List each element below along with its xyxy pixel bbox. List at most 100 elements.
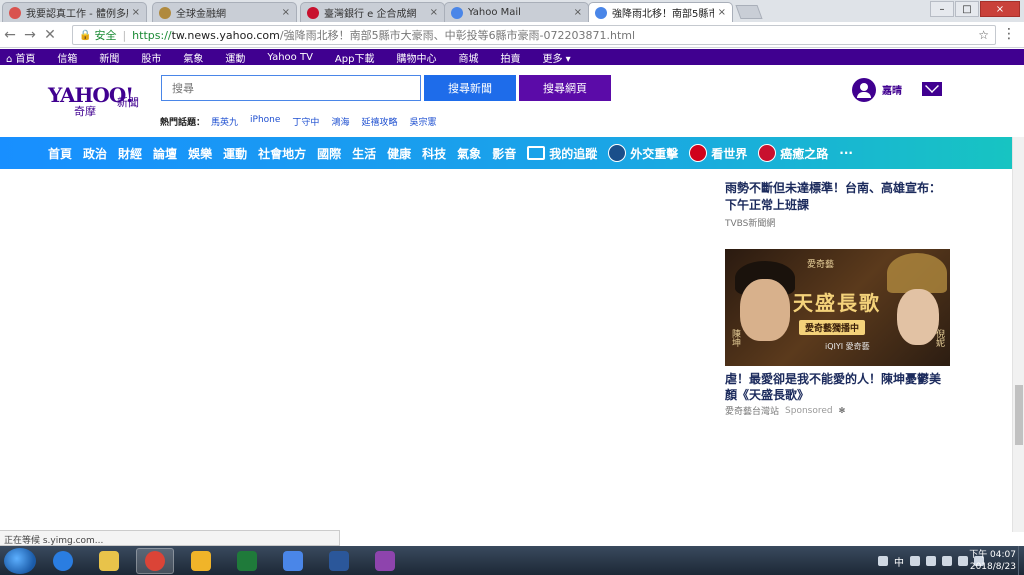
taskbar-apps bbox=[36, 547, 404, 574]
taskbar-app-ie[interactable] bbox=[44, 548, 82, 574]
trending-topics: 熱門話題： 馬英九 iPhone 丁守中 鴻海 延禧攻略 吳宗憲 bbox=[160, 115, 448, 128]
browser-tab[interactable]: 我要認真工作 - 體例多所 × bbox=[2, 2, 147, 22]
back-button[interactable]: ← bbox=[0, 27, 20, 43]
taskbar-app-outlook[interactable] bbox=[182, 548, 220, 574]
nav-item[interactable]: 社會地方 bbox=[258, 145, 306, 162]
nav-item[interactable]: 影音 bbox=[492, 145, 516, 162]
topbar-link[interactable]: 購物中心 bbox=[396, 50, 436, 65]
taskbar-clock[interactable]: 下午 04:07 2018/8/23 bbox=[969, 549, 1016, 573]
nav-item-special[interactable]: 癌癒之路 bbox=[758, 144, 828, 162]
topbar-link[interactable]: Yahoo TV bbox=[267, 52, 313, 63]
tab-close-icon[interactable]: × bbox=[132, 7, 140, 18]
new-tab-button[interactable] bbox=[735, 5, 763, 19]
topbar-link[interactable]: 更多 ▾ bbox=[542, 50, 570, 65]
search-news-button[interactable]: 搜尋新聞 bbox=[424, 75, 516, 101]
taskbar-app-explorer[interactable] bbox=[90, 548, 128, 574]
ad-info-icon[interactable]: ✻ bbox=[839, 406, 846, 415]
tab-favicon-icon bbox=[9, 6, 21, 19]
excel-icon bbox=[237, 550, 257, 571]
topbar-link[interactable]: 新聞 bbox=[99, 50, 119, 65]
trending-link[interactable]: 馬英九 bbox=[211, 115, 238, 128]
nav-item[interactable]: 論壇 bbox=[153, 145, 177, 162]
address-bar[interactable]: 🔒 安全 | https:// tw.news.yahoo.com /強降雨北移… bbox=[72, 25, 996, 45]
nav-item-special[interactable]: 外交重擊 bbox=[608, 144, 678, 162]
taskbar-app-word[interactable] bbox=[320, 548, 358, 574]
story-title-1[interactable]: 雨勢不斷但未達標準！台南、高雄宣布：下午正常上班課 bbox=[725, 180, 950, 214]
browser-tab[interactable]: 全球金融網 × bbox=[152, 2, 297, 22]
browser-tab[interactable]: 臺灣銀行 e 企合成網 × bbox=[300, 2, 445, 22]
nav-item[interactable]: 國際 bbox=[317, 145, 341, 162]
search-web-button[interactable]: 搜尋網頁 bbox=[519, 75, 611, 101]
tray-help-icon[interactable] bbox=[926, 556, 936, 566]
nav-more-icon[interactable]: ··· bbox=[839, 146, 853, 160]
user-avatar-icon[interactable] bbox=[852, 78, 876, 102]
topbar-link[interactable]: 運動 bbox=[225, 50, 245, 65]
user-name[interactable]: 嘉晴 bbox=[882, 82, 902, 97]
nav-item[interactable]: 政治 bbox=[83, 145, 107, 162]
trending-link[interactable]: 延禧攻略 bbox=[361, 115, 397, 128]
yahoo-header: YAHOO! 奇摩 新聞 搜尋新聞 搜尋網頁 熱門話題： 馬英九iPhone丁守… bbox=[0, 65, 1024, 137]
maximize-button[interactable]: □ bbox=[955, 1, 979, 17]
ad-badge: 愛奇藝獨播中 bbox=[799, 320, 866, 335]
tab-close-icon[interactable]: × bbox=[430, 7, 438, 18]
nav-item-special[interactable]: 看世界 bbox=[689, 144, 747, 162]
topbar-link[interactable]: ⌂ 首頁 bbox=[6, 50, 35, 65]
topbar-link[interactable]: 拍賣 bbox=[500, 50, 520, 65]
tab-close-icon[interactable]: × bbox=[718, 7, 726, 18]
tray-keyboard-icon[interactable] bbox=[878, 556, 888, 566]
trending-link[interactable]: 丁守中 bbox=[292, 115, 319, 128]
topbar-link[interactable]: 股市 bbox=[141, 50, 161, 65]
nav-item[interactable]: 娛樂 bbox=[188, 145, 212, 162]
start-button[interactable] bbox=[4, 547, 36, 574]
windows-taskbar: 中 下午 04:07 2018/8/23 bbox=[0, 546, 1024, 575]
bookmark-star-icon[interactable]: ☆ bbox=[978, 28, 989, 42]
ad-image[interactable]: 愛奇藝 天盛長歌 愛奇藝獨播中 iQIYI 愛奇藝 陳坤 倪妮 bbox=[725, 249, 950, 366]
nav-item[interactable]: 科技 bbox=[422, 145, 446, 162]
topbar-link[interactable]: 氣象 bbox=[183, 50, 203, 65]
scrollbar-thumb[interactable] bbox=[1015, 385, 1023, 445]
ad-top-label: 愛奇藝 bbox=[807, 260, 835, 270]
tab-close-icon[interactable]: × bbox=[574, 7, 582, 18]
minimize-button[interactable]: – bbox=[930, 1, 954, 17]
tray-flag-icon[interactable] bbox=[942, 556, 952, 566]
tray-grid-icon[interactable] bbox=[910, 556, 920, 566]
close-window-button[interactable]: × bbox=[980, 1, 1020, 17]
ad-title: 天盛長歌 bbox=[793, 291, 881, 315]
nav-item[interactable]: 首頁 bbox=[48, 145, 72, 162]
taskbar-app-folder[interactable] bbox=[274, 548, 312, 574]
taskbar-app-chrome[interactable] bbox=[136, 547, 174, 574]
url-path: /強降雨北移！南部5縣市大豪雨、中彰投等6縣市豪雨-072203871.html bbox=[279, 29, 636, 42]
chrome-menu-icon[interactable]: ⋮ bbox=[1002, 26, 1016, 42]
forward-button[interactable]: → bbox=[20, 27, 40, 43]
topbar-link[interactable]: 商城 bbox=[458, 50, 478, 65]
taskbar-app-onenote[interactable] bbox=[366, 548, 404, 574]
nav-item[interactable]: 生活 bbox=[352, 145, 376, 162]
topbar-link[interactable]: App下載 bbox=[335, 50, 375, 65]
topbar-link[interactable]: 信箱 bbox=[57, 50, 77, 65]
story-title-2[interactable]: 虐！最愛卻是我不能愛的人！陳坤憂鬱美顏《天盛長歌》 bbox=[725, 371, 950, 403]
taskbar-app-excel[interactable] bbox=[228, 548, 266, 574]
tray-lang[interactable]: 中 bbox=[894, 554, 904, 569]
search-input[interactable] bbox=[161, 75, 421, 101]
nav-item[interactable]: 財經 bbox=[118, 145, 142, 162]
reload-stop-button[interactable]: ✕ bbox=[40, 27, 60, 43]
show-desktop-button[interactable] bbox=[1018, 546, 1024, 575]
window-controls: – □ × bbox=[930, 1, 1020, 17]
ie-icon bbox=[53, 550, 73, 571]
nav-item-special[interactable]: 我的追蹤 bbox=[527, 145, 597, 162]
tab-close-icon[interactable]: × bbox=[282, 7, 290, 18]
story-source-1: TVBS新聞網 bbox=[725, 219, 776, 229]
mail-icon[interactable] bbox=[922, 82, 942, 96]
trending-link[interactable]: 吳宗憲 bbox=[409, 115, 436, 128]
nav-item[interactable]: 運動 bbox=[223, 145, 247, 162]
nav-item[interactable]: 氣象 bbox=[457, 145, 481, 162]
page-scrollbar[interactable] bbox=[1012, 137, 1024, 532]
browser-tabstrip: 我要認真工作 - 體例多所 × 全球金融網 × 臺灣銀行 e 企合成網 × Yahoo Ma… bbox=[0, 0, 1024, 22]
word-icon bbox=[329, 550, 349, 571]
nav-item[interactable]: 健康 bbox=[387, 145, 411, 162]
browser-tab[interactable]: Yahoo Mail × bbox=[444, 2, 589, 22]
browser-tab[interactable]: 強降雨北移！南部5縣市大豪雨 × bbox=[588, 2, 733, 22]
trending-link[interactable]: 鴻海 bbox=[331, 115, 349, 128]
tray-network-icon[interactable] bbox=[958, 556, 968, 566]
trending-link[interactable]: iPhone bbox=[250, 115, 280, 128]
